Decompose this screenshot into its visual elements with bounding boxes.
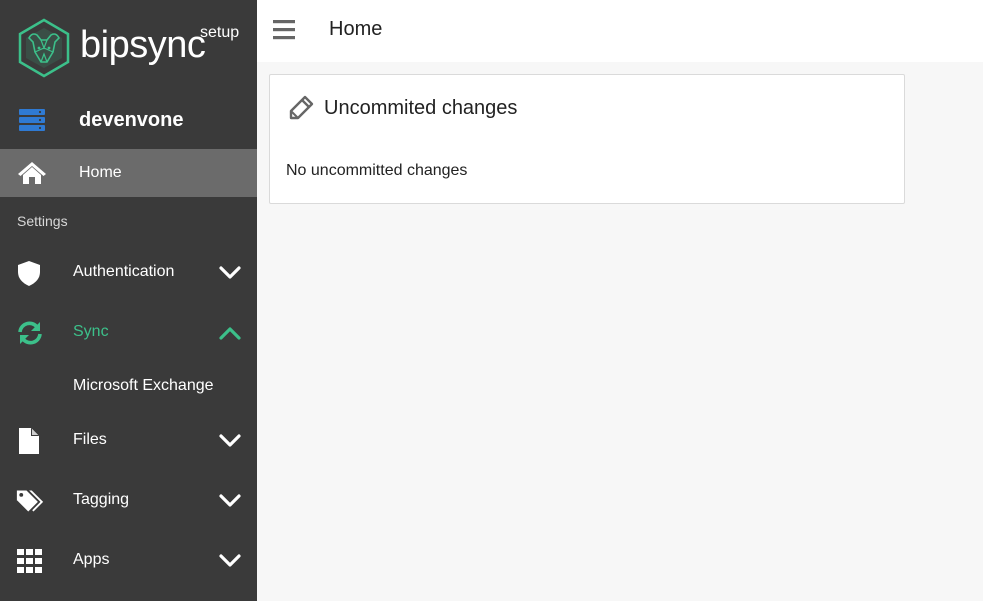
home-icon [18,162,46,184]
sidebar-item-label: Apps [73,551,110,568]
card-title: Uncommited changes [324,97,518,119]
grid-icon [17,549,42,573]
chevron-down-icon[interactable] [219,434,241,448]
page-title: Home [329,18,383,40]
server-icon [19,109,45,131]
sidebar-item-label: Files [73,431,107,448]
sidebar: bipsync setup devenvone Home Settings Au… [0,0,257,601]
sidebar-item-label: Home [79,164,122,181]
sidebar-item-sync[interactable]: Sync [0,308,257,358]
card-message: No uncommitted changes [286,162,468,179]
sidebar-item-files[interactable]: Files [0,416,257,466]
shield-icon [18,261,40,286]
server-selector[interactable]: devenvone [0,97,257,145]
bull-logo-icon [18,18,70,78]
top-bar: Home [257,0,983,62]
sidebar-item-home[interactable]: Home [0,149,257,197]
sidebar-item-apps[interactable]: Apps [0,536,257,586]
brand-header: bipsync setup [0,0,257,92]
hamburger-icon[interactable] [273,19,295,41]
sidebar-item-label: Sync [73,323,109,340]
brand-name: bipsync [80,24,206,66]
sync-icon [18,321,42,345]
uncommitted-changes-card: Uncommited changes No uncommitted change… [269,74,905,204]
pencil-icon [289,95,314,120]
chevron-up-icon[interactable] [219,326,241,340]
chevron-down-icon[interactable] [219,494,241,508]
brand-badge: setup [200,24,240,41]
sidebar-subitem-microsoft-exchange[interactable]: Microsoft Exchange [0,370,257,402]
sidebar-item-authentication[interactable]: Authentication [0,248,257,298]
sidebar-item-label: Tagging [73,491,130,508]
chevron-down-icon[interactable] [219,554,241,568]
server-name: devenvone [79,109,184,131]
sidebar-subitem-label: Microsoft Exchange [73,377,214,394]
section-title-settings: Settings [17,213,68,229]
chevron-down-icon[interactable] [219,266,241,280]
sidebar-item-label: Authentication [73,263,175,280]
tags-icon [16,490,44,512]
file-icon [19,428,39,454]
sidebar-item-tagging[interactable]: Tagging [0,476,257,526]
